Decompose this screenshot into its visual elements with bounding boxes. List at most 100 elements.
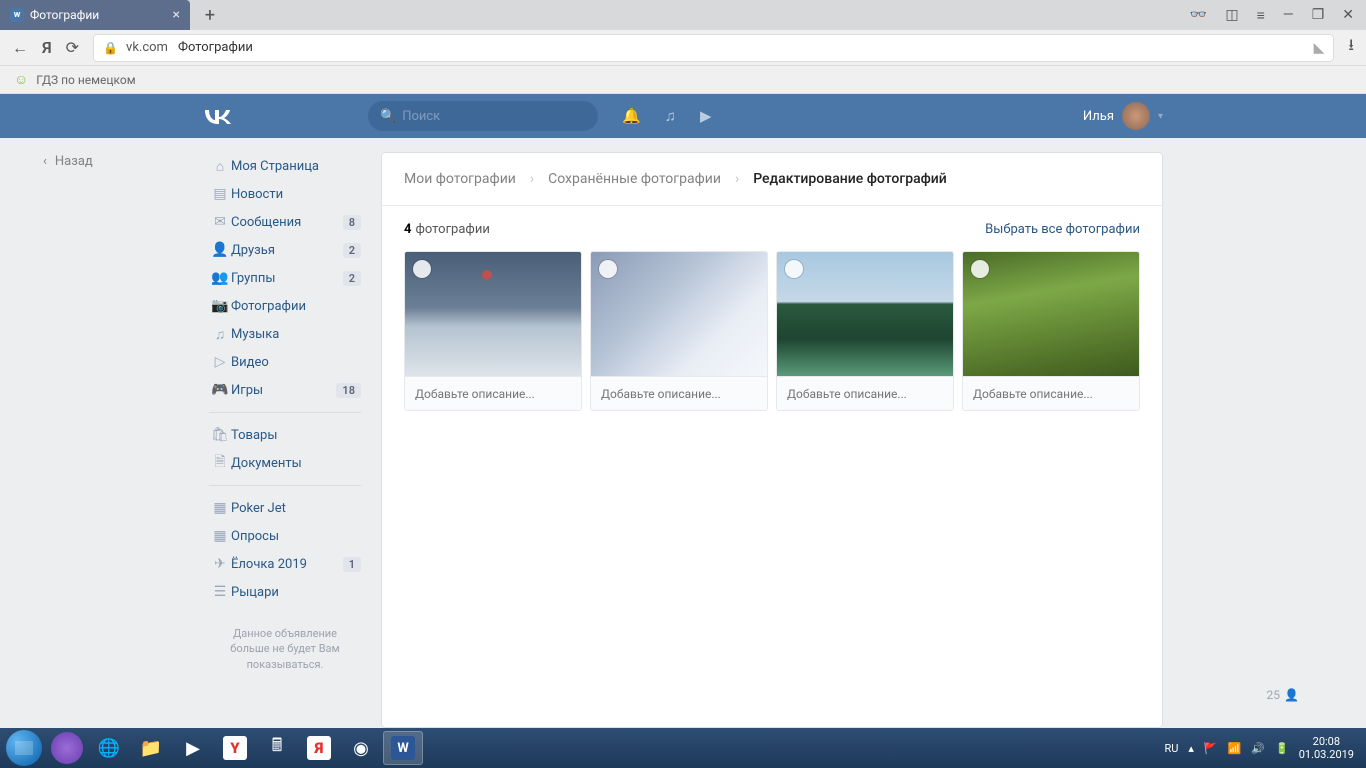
sidebar-item-groups[interactable]: 👥Группы2 xyxy=(203,264,367,292)
bookmark-item[interactable]: ГДЗ по немецком xyxy=(36,73,135,87)
sidebar: ⌂Моя Страница ▤Новости ✉Сообщения8 👤Друз… xyxy=(203,152,367,728)
breadcrumb-edit: Редактирование фотографий xyxy=(753,171,947,187)
side-counter[interactable]: 25 👤 xyxy=(1267,688,1299,702)
tray-up-icon[interactable]: ▴ xyxy=(1188,742,1194,755)
address-bar: ← Я ⟳ 🔒 vk.com Фотографии ◣ ⭳ xyxy=(0,30,1366,66)
sidebar-item-music[interactable]: ♫Музыка xyxy=(203,320,367,348)
select-all-link[interactable]: Выбрать все фотографии xyxy=(985,222,1140,237)
battery-icon[interactable]: 🔋 xyxy=(1275,742,1289,755)
photo-count: 4 xyxy=(404,222,411,237)
sidebar-item-messages[interactable]: ✉Сообщения8 xyxy=(203,208,367,236)
sidebar-item-tree[interactable]: ✈Ёлочка 20191 xyxy=(203,550,367,578)
games-icon: 🎮 xyxy=(209,382,231,398)
chevron-down-icon: ▾ xyxy=(1158,111,1163,122)
close-window-icon[interactable]: ✕ xyxy=(1342,7,1354,24)
friends-icon: 👤 xyxy=(209,242,231,258)
market-icon: 🛍 xyxy=(209,427,231,443)
breadcrumb-saved[interactable]: Сохранённые фотографии xyxy=(548,171,721,187)
breadcrumb-my-photos[interactable]: Мои фотографии xyxy=(404,171,516,187)
menu-icon[interactable]: ≡ xyxy=(1257,7,1265,24)
sidebar-item-videos[interactable]: ▷Видео xyxy=(203,348,367,376)
sidebar-item-games[interactable]: 🎮Игры18 xyxy=(203,376,367,404)
new-tab-button[interactable]: + xyxy=(196,1,224,29)
photo-card xyxy=(590,251,768,411)
explorer-button[interactable]: 📁 xyxy=(131,731,171,765)
minimize-icon[interactable]: — xyxy=(1283,7,1294,24)
caption-input[interactable] xyxy=(591,376,767,410)
tab-title: Фотографии xyxy=(30,8,99,22)
select-toggle[interactable] xyxy=(971,260,989,278)
photo-thumbnail[interactable] xyxy=(591,252,767,376)
word-button[interactable]: W xyxy=(383,731,423,765)
wifi-icon[interactable]: 📶 xyxy=(1228,742,1242,755)
photo-thumbnail[interactable] xyxy=(963,252,1139,376)
messages-icon: ✉ xyxy=(209,214,231,230)
back-icon[interactable]: ← xyxy=(12,38,28,58)
chevron-right-icon: › xyxy=(735,171,739,187)
music-player-icon[interactable]: ♫ xyxy=(665,107,676,125)
media-button[interactable]: ▶ xyxy=(173,731,213,765)
incognito-icon[interactable]: 👓 xyxy=(1190,7,1207,24)
notifications-icon[interactable]: 🔔 xyxy=(622,107,641,125)
cortana-button[interactable] xyxy=(47,731,87,765)
sidebar-item-photos[interactable]: 📷Фотографии xyxy=(203,292,367,320)
person-icon: 👤 xyxy=(1284,688,1299,702)
caption-input[interactable] xyxy=(777,376,953,410)
caption-input[interactable] xyxy=(963,376,1139,410)
taskbar: 🌐 📁 ▶ Y 🖩 Я ◉ W RU ▴ 🚩 📶 🔊 🔋 20:08 01.03… xyxy=(0,728,1366,768)
chevron-left-icon: ‹ xyxy=(43,154,47,169)
calculator-button[interactable]: 🖩 xyxy=(257,731,297,765)
sidebar-item-market[interactable]: 🛍Товары xyxy=(203,421,367,449)
url-host: vk.com xyxy=(126,40,168,55)
sidebar-item-polls[interactable]: ▦Опросы xyxy=(203,522,367,550)
user-menu[interactable]: Илья ▾ xyxy=(1083,102,1163,130)
photo-thumbnail[interactable] xyxy=(405,252,581,376)
yandex-browser-button[interactable]: Y xyxy=(215,731,255,765)
back-link[interactable]: ‹ Назад xyxy=(43,154,93,169)
vk-header: 🔍 Поиск 🔔 ♫ ▶ Илья ▾ xyxy=(0,94,1366,138)
browser-tab-bar: w Фотографии × + 👓 ◫ ≡ — ❐ ✕ xyxy=(0,0,1366,30)
vk-favicon: w xyxy=(10,8,24,22)
flag-icon[interactable]: 🚩 xyxy=(1204,742,1218,755)
photo-card xyxy=(404,251,582,411)
sidebar-item-knights[interactable]: ☰Рыцари xyxy=(203,578,367,606)
search-input[interactable]: 🔍 Поиск xyxy=(368,101,598,131)
lang-indicator[interactable]: RU xyxy=(1164,742,1178,755)
breadcrumb: Мои фотографии › Сохранённые фотографии … xyxy=(382,153,1162,206)
video-player-icon[interactable]: ▶ xyxy=(700,107,712,125)
caption-input[interactable] xyxy=(405,376,581,410)
app-icon: ▦ xyxy=(209,500,231,516)
sidebar-toggle-icon[interactable]: ◫ xyxy=(1225,7,1238,24)
music-icon: ♫ xyxy=(209,326,231,343)
news-icon: ▤ xyxy=(209,186,231,202)
photo-card xyxy=(776,251,954,411)
sidebar-item-my-page[interactable]: ⌂Моя Страница xyxy=(203,152,367,180)
photo-card xyxy=(962,251,1140,411)
sidebar-item-news[interactable]: ▤Новости xyxy=(203,180,367,208)
close-tab-icon[interactable]: × xyxy=(173,7,180,23)
start-button[interactable] xyxy=(6,730,42,766)
sidebar-item-docs[interactable]: 🗎Документы xyxy=(203,449,367,477)
reload-icon[interactable]: ⟳ xyxy=(66,38,79,57)
vk-logo[interactable] xyxy=(203,108,368,124)
browser-tab[interactable]: w Фотографии × xyxy=(0,0,190,30)
volume-icon[interactable]: 🔊 xyxy=(1251,742,1265,755)
clock[interactable]: 20:08 01.03.2019 xyxy=(1299,735,1354,761)
select-toggle[interactable] xyxy=(599,260,617,278)
select-toggle[interactable] xyxy=(413,260,431,278)
maximize-icon[interactable]: ❐ xyxy=(1312,7,1325,24)
chrome-button[interactable]: ◉ xyxy=(341,731,381,765)
ie-button[interactable]: 🌐 xyxy=(89,731,129,765)
url-title: Фотографии xyxy=(178,40,253,55)
downloads-icon[interactable]: ⭳ xyxy=(1348,34,1354,61)
sidebar-item-poker[interactable]: ▦Poker Jet xyxy=(203,494,367,522)
app-icon: ▦ xyxy=(209,528,231,544)
groups-icon: 👥 xyxy=(209,270,231,286)
bookmark-icon[interactable]: ◣ xyxy=(1314,40,1325,56)
select-toggle[interactable] xyxy=(785,260,803,278)
photo-thumbnail[interactable] xyxy=(777,252,953,376)
sidebar-item-friends[interactable]: 👤Друзья2 xyxy=(203,236,367,264)
yandex-app-button[interactable]: Я xyxy=(299,731,339,765)
url-input[interactable]: 🔒 vk.com Фотографии ◣ xyxy=(93,34,1334,62)
yandex-icon[interactable]: Я xyxy=(42,38,52,57)
